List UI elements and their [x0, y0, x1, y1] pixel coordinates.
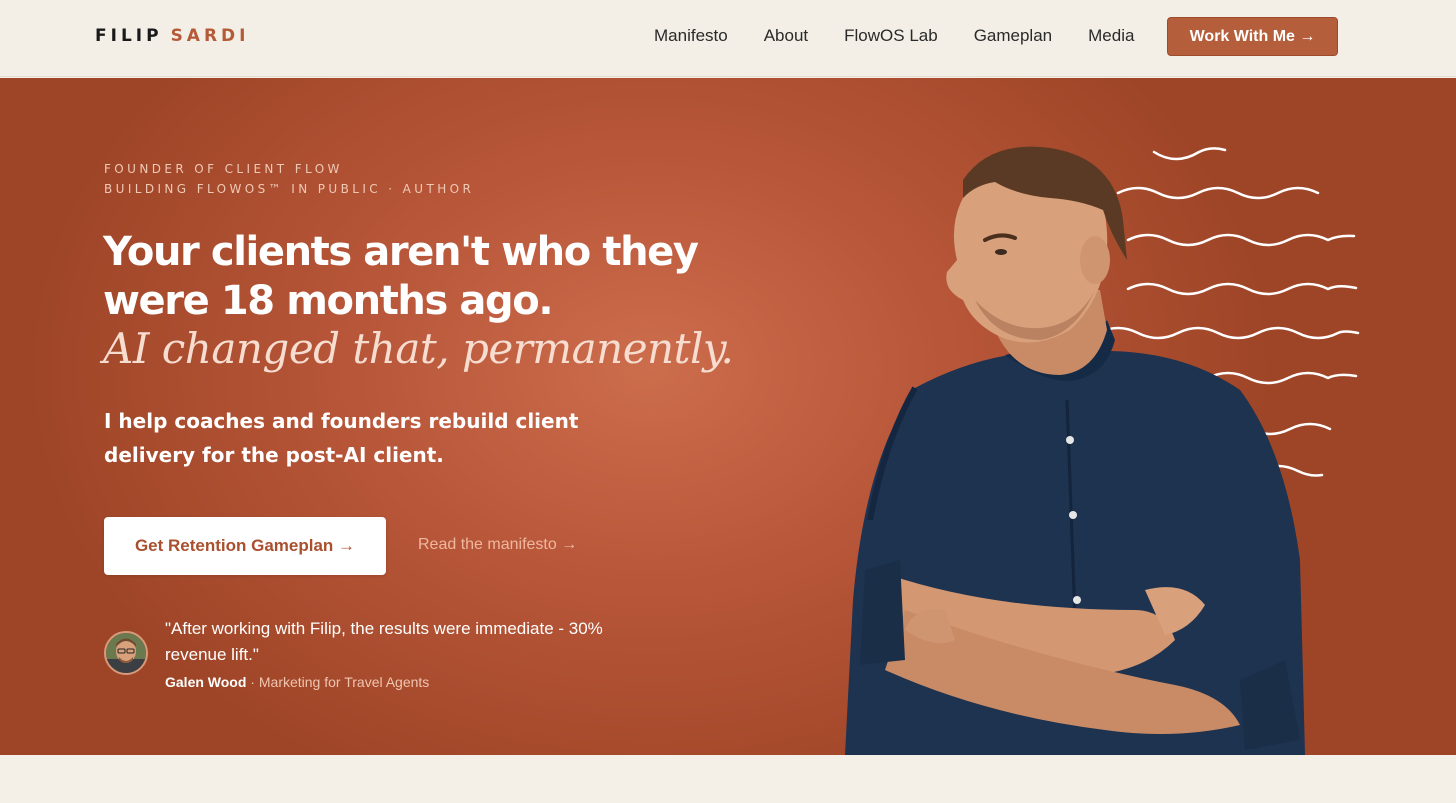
nav-about[interactable]: About [764, 26, 808, 46]
founder-portrait [845, 146, 1305, 755]
subhead-line-2: delivery for the post-AI client. [104, 443, 444, 467]
logo-first-name: FILIP [95, 26, 163, 46]
logo[interactable]: FILIP SARDI [95, 26, 250, 46]
hero-section: FOUNDER OF CLIENT FLOW BUILDING FLOWOS™ … [0, 78, 1456, 755]
testimonial-quote: "After working with Filip, the results w… [165, 616, 665, 668]
attribution-separator: · [246, 674, 259, 690]
headline-line-1: Your clients aren't who they [103, 229, 699, 275]
nav-flowos-lab[interactable]: FlowOS Lab [844, 26, 938, 46]
eyebrow-line-1: FOUNDER OF CLIENT FLOW [104, 162, 343, 176]
nav-media[interactable]: Media [1088, 26, 1134, 46]
get-retention-gameplan-button[interactable]: Get Retention Gameplan → [104, 517, 386, 575]
hero-eyebrow: FOUNDER OF CLIENT FLOW BUILDING FLOWOS™ … [104, 159, 474, 199]
site-header: FILIP SARDI Manifesto About FlowOS Lab Ga… [0, 0, 1456, 77]
hero-headline-italic: AI changed that, permanently. [103, 324, 734, 373]
testimonial-avatar [104, 631, 148, 675]
nav-manifesto[interactable]: Manifesto [654, 26, 728, 46]
read-manifesto-link[interactable]: Read the manifesto → [418, 536, 577, 554]
next-section-strip [0, 755, 1456, 803]
eyebrow-line-2: BUILDING FLOWOS™ IN PUBLIC · AUTHOR [104, 182, 475, 196]
main-nav: Manifesto About FlowOS Lab Gameplan Medi… [654, 26, 1170, 46]
work-with-me-button[interactable]: Work With Me → [1167, 17, 1338, 56]
hero-headline: Your clients aren't who they were 18 mon… [103, 228, 743, 326]
nav-gameplan[interactable]: Gameplan [974, 26, 1052, 46]
headline-line-2: were 18 months ago. [103, 278, 554, 324]
logo-last-name: SARDI [170, 26, 250, 46]
testimonial-role: Marketing for Travel Agents [258, 674, 430, 690]
quote-line-2: revenue lift." [165, 645, 259, 664]
hero-subhead: I help coaches and founders rebuild clie… [104, 404, 584, 472]
testimonial-attribution: Galen Wood · Marketing for Travel Agents [165, 674, 429, 690]
testimonial-name: Galen Wood [165, 674, 247, 690]
quote-line-1: "After working with Filip, the results w… [165, 619, 603, 638]
subhead-line-1: I help coaches and founders rebuild clie… [104, 409, 579, 433]
